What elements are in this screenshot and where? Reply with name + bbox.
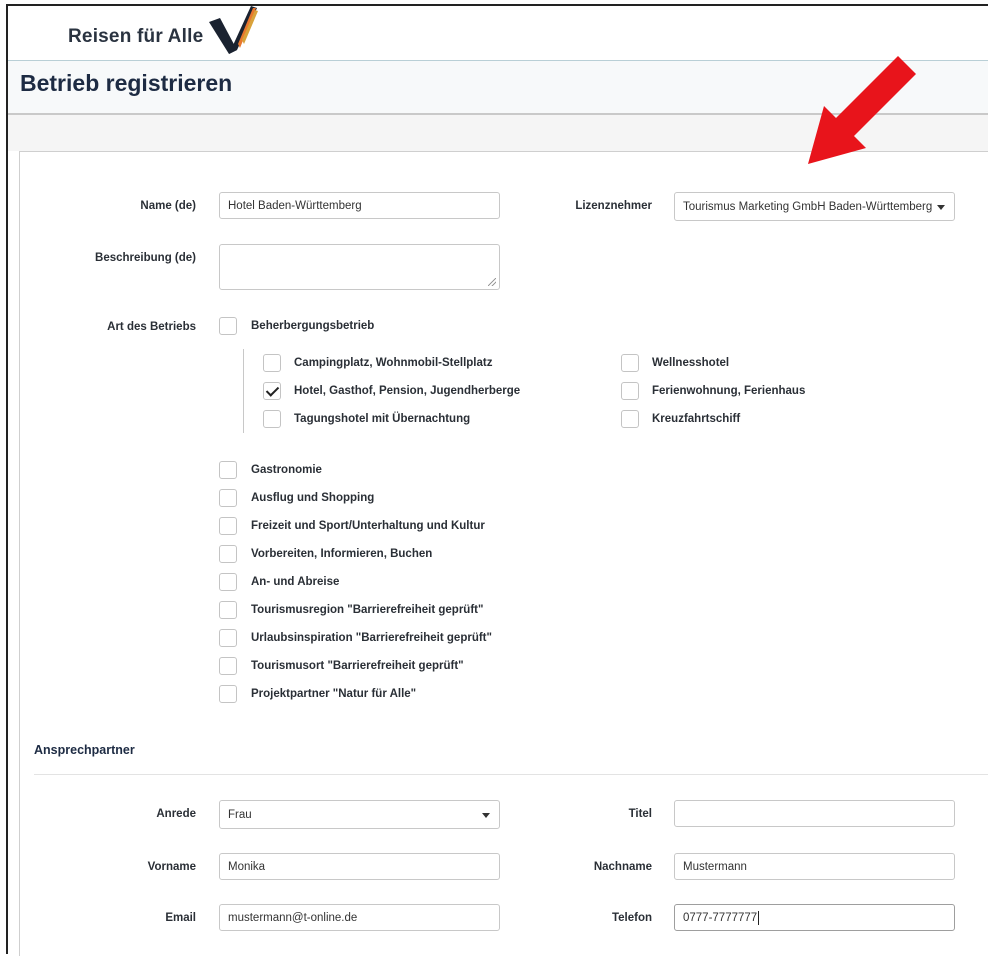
campingplatz-label: Campingplatz, Wohnmobil-Stellplatz (294, 357, 493, 369)
text-cursor (758, 910, 760, 925)
red-arrow-icon (808, 56, 916, 164)
beschreibung-label: Beschreibung (de) (95, 252, 196, 264)
hotel-label: Hotel, Gasthof, Pension, Jugendherberge (294, 385, 521, 397)
section-divider (34, 774, 988, 775)
beherbergungsbetrieb-label: Beherbergungsbetrieb (251, 320, 375, 332)
gastronomie-label: Gastronomie (251, 464, 322, 476)
freizeit-label: Freizeit und Sport/Unterhaltung und Kult… (251, 520, 485, 532)
vorname-input[interactable]: Monika (219, 853, 500, 880)
hotel-checkbox[interactable] (263, 382, 281, 400)
telefon-input[interactable]: 0777-7777777 (674, 904, 955, 931)
kreuzfahrtschiff-checkbox[interactable] (621, 410, 639, 428)
freizeit-checkbox[interactable] (219, 517, 237, 535)
page-title: Betrieb registrieren (20, 70, 233, 96)
brand-logo-icon[interactable] (207, 6, 259, 56)
nachname-label: Nachname (593, 861, 652, 873)
ferienwohnung-checkbox[interactable] (621, 382, 639, 400)
anreise-checkbox[interactable] (219, 573, 237, 591)
tourismusort-checkbox[interactable] (219, 657, 237, 675)
email-value: mustermann@t-online.de (228, 911, 358, 924)
campingplatz-checkbox[interactable] (263, 354, 281, 372)
telefon-value: 0777-7777777 (683, 911, 758, 924)
email-label: Email (165, 912, 196, 924)
gastronomie-checkbox[interactable] (219, 461, 237, 479)
nachname-input[interactable]: Mustermann (674, 853, 955, 880)
anrede-select[interactable]: Frau (219, 800, 500, 829)
tourismusort-label: Tourismusort "Barrierefreiheit geprüft" (251, 660, 464, 672)
urlaubsinspiration-checkbox[interactable] (219, 629, 237, 647)
ausflug-checkbox[interactable] (219, 489, 237, 507)
projektpartner-checkbox[interactable] (219, 685, 237, 703)
lizenznehmer-label: Lizenznehmer (575, 200, 652, 212)
vorbereiten-label: Vorbereiten, Informieren, Buchen (251, 548, 433, 560)
tagungshotel-label: Tagungshotel mit Übernachtung (294, 413, 471, 425)
tree-connector (243, 349, 244, 433)
section-title-ansprechpartner: Ansprechpartner (34, 743, 135, 757)
beherbergungsbetrieb-checkbox[interactable] (219, 317, 237, 335)
lizenznehmer-value: Tourismus Marketing GmbH Baden-Württembe… (683, 200, 933, 213)
anreise-label: An- und Abreise (251, 576, 340, 588)
titel-label: Titel (628, 808, 652, 820)
name-input[interactable]: Hotel Baden-Württemberg (219, 192, 500, 219)
wellnesshotel-label: Wellnesshotel (652, 357, 730, 369)
form-panel (19, 151, 988, 956)
brand-name[interactable]: Reisen für Alle (68, 26, 203, 48)
anrede-value: Frau (228, 808, 252, 821)
tourismusregion-label: Tourismusregion "Barrierefreiheit geprüf… (251, 604, 484, 616)
projektpartner-label: Projektpartner "Natur für Alle" (251, 688, 417, 700)
art-label: Art des Betriebs (107, 321, 196, 333)
tagungshotel-checkbox[interactable] (263, 410, 281, 428)
kreuzfahrtschiff-label: Kreuzfahrtschiff (652, 413, 741, 425)
name-value: Hotel Baden-Württemberg (228, 199, 362, 212)
vorname-value: Monika (228, 860, 266, 873)
lizenznehmer-select[interactable]: Tourismus Marketing GmbH Baden-Württembe… (674, 192, 955, 221)
nachname-value: Mustermann (683, 860, 747, 873)
anrede-label: Anrede (156, 808, 196, 820)
beschreibung-textarea[interactable] (219, 244, 500, 290)
name-label: Name (de) (140, 200, 196, 212)
vorbereiten-checkbox[interactable] (219, 545, 237, 563)
email-input[interactable]: mustermann@t-online.de (219, 904, 500, 931)
chevron-down-icon (482, 812, 490, 818)
tourismusregion-checkbox[interactable] (219, 601, 237, 619)
vorname-label: Vorname (147, 861, 196, 873)
ferienwohnung-label: Ferienwohnung, Ferienhaus (652, 385, 806, 397)
chevron-down-icon (937, 204, 945, 210)
urlaubsinspiration-label: Urlaubsinspiration "Barrierefreiheit gep… (251, 632, 492, 644)
titel-input[interactable] (674, 800, 955, 827)
telefon-label: Telefon (611, 912, 652, 924)
resize-grip-icon[interactable] (488, 278, 496, 286)
ausflug-label: Ausflug und Shopping (251, 492, 375, 504)
wellnesshotel-checkbox[interactable] (621, 354, 639, 372)
